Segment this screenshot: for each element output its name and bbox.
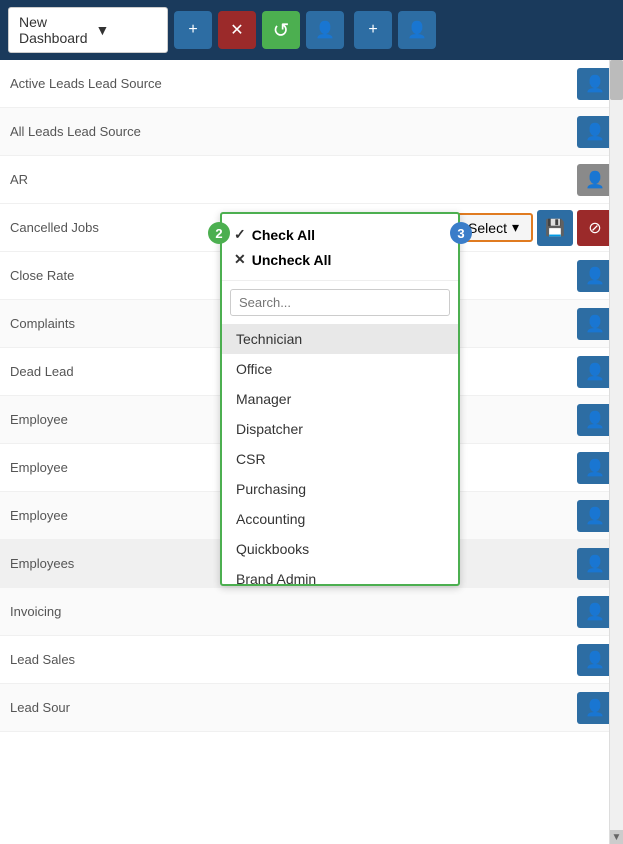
table-row: All Leads Lead Source 👤 [0, 108, 623, 156]
refresh-button[interactable]: ↺ [262, 11, 300, 49]
row-user-button[interactable]: 👤 [577, 452, 613, 484]
row-label: Active Leads Lead Source [10, 76, 573, 91]
save-button[interactable]: 💾 [537, 210, 573, 246]
user-icon: 👤 [585, 122, 605, 142]
row-label: Lead Sales [10, 652, 573, 667]
check-all-label: Check All [252, 227, 315, 243]
row-user-button[interactable]: 👤 [577, 548, 613, 580]
badge-label: 3 [457, 226, 464, 241]
row-user-button[interactable]: 👤 [577, 260, 613, 292]
header: New Dashboard ▼ + ✕ ↺ 👤 + 👤 [0, 0, 623, 60]
row-label: All Leads Lead Source [10, 124, 573, 139]
row-user-button[interactable]: 👤 [577, 116, 613, 148]
list-item[interactable]: Quickbooks [222, 534, 458, 564]
select-arrow-icon: ▾ [512, 219, 519, 236]
row-user-button[interactable]: 👤 [577, 308, 613, 340]
user-icon: 👤 [585, 362, 605, 382]
uncheck-all-label: Uncheck All [252, 252, 332, 268]
main-content: Active Leads Lead Source 👤 All Leads Lea… [0, 60, 623, 844]
add-button[interactable]: + [354, 11, 392, 49]
user-icon: 👤 [585, 650, 605, 670]
check-all-button[interactable]: ✓ Check All [234, 222, 446, 247]
list-item[interactable]: Technician [222, 324, 458, 354]
badge-2: 2 [208, 222, 230, 244]
scrollbar[interactable]: ▼ [609, 60, 623, 844]
row-user-button[interactable]: 👤 [577, 164, 613, 196]
row-user-button[interactable]: 👤 [577, 692, 613, 724]
row-label: AR [10, 172, 573, 187]
user-icon: 👤 [585, 698, 605, 718]
dropdown-panel: 2 3 ✓ Check All ✕ Uncheck All Technician… [220, 212, 460, 586]
dropdown-header: ✓ Check All ✕ Uncheck All [222, 214, 458, 281]
list-item[interactable]: Manager [222, 384, 458, 414]
badge-3: 3 [450, 222, 472, 244]
select-label: Select [468, 220, 507, 236]
close-tab-button[interactable]: ✕ [218, 11, 256, 49]
x-icon: ✕ [234, 251, 246, 268]
dashboard-dropdown[interactable]: New Dashboard ▼ [8, 7, 168, 53]
badge-label: 2 [215, 226, 222, 241]
cancel-button[interactable]: ⊘ [577, 210, 613, 246]
row-user-button[interactable]: 👤 [577, 356, 613, 388]
table-row: Invoicing 👤 [0, 588, 623, 636]
scrollbar-thumb[interactable] [610, 60, 623, 100]
list-item[interactable]: CSR [222, 444, 458, 474]
user-icon: 👤 [585, 170, 605, 190]
list-item[interactable]: Purchasing [222, 474, 458, 504]
user-icon: 👤 [585, 314, 605, 334]
row-label: Invoicing [10, 604, 573, 619]
list-item[interactable]: Office [222, 354, 458, 384]
ban-icon: ⊘ [588, 218, 601, 238]
dropdown-list: Technician Office Manager Dispatcher CSR… [222, 324, 458, 584]
dashboard-title: New Dashboard [19, 14, 87, 46]
row-user-button[interactable]: 👤 [577, 68, 613, 100]
save-icon: 💾 [545, 218, 565, 238]
table-row: Lead Sour 👤 [0, 684, 623, 732]
uncheck-all-button[interactable]: ✕ Uncheck All [234, 247, 446, 272]
user-button[interactable]: 👤 [398, 11, 436, 49]
dropdown-arrow-icon: ▼ [95, 22, 157, 38]
row-user-button[interactable]: 👤 [577, 596, 613, 628]
list-item[interactable]: Brand Admin [222, 564, 458, 584]
user-icon: 👤 [585, 602, 605, 622]
table-row: Active Leads Lead Source 👤 [0, 60, 623, 108]
row-label: Lead Sour [10, 700, 573, 715]
user-icon: 👤 [585, 74, 605, 94]
user-icon: 👤 [585, 410, 605, 430]
row-user-button[interactable]: 👤 [577, 500, 613, 532]
row-user-button[interactable]: 👤 [577, 644, 613, 676]
row-user-button[interactable]: 👤 [577, 404, 613, 436]
check-icon: ✓ [234, 226, 246, 243]
user-icon: 👤 [585, 266, 605, 286]
add-tab-button[interactable]: + [174, 11, 212, 49]
scroll-down-arrow[interactable]: ▼ [610, 830, 623, 844]
search-input[interactable] [230, 289, 450, 316]
table-row: AR 👤 [0, 156, 623, 204]
list-item[interactable]: Accounting [222, 504, 458, 534]
list-item[interactable]: Dispatcher [222, 414, 458, 444]
user-icon: 👤 [585, 506, 605, 526]
user-tab-button[interactable]: 👤 [306, 11, 344, 49]
user-icon: 👤 [585, 458, 605, 478]
user-icon: 👤 [585, 554, 605, 574]
table-row: Lead Sales 👤 [0, 636, 623, 684]
